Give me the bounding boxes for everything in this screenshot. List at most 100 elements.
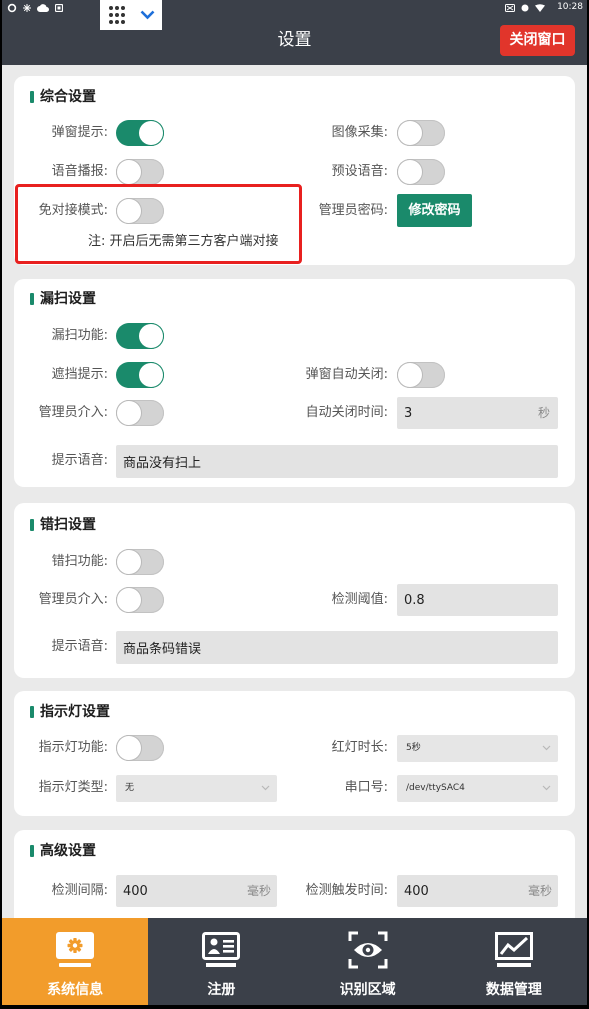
id-card-icon: [202, 932, 241, 967]
wrong-scan-label: 错扫功能:: [51, 554, 108, 569]
nav-label: 系统信息: [47, 982, 104, 998]
prompt-voice-field[interactable]: [116, 631, 558, 664]
no-docking-mode-toggle[interactable]: [116, 198, 164, 224]
auto-close-time-input[interactable]: [397, 397, 558, 429]
indicator-enabled-label: 指示灯功能:: [38, 740, 108, 755]
no-docking-mode-label: 免对接模式:: [38, 203, 108, 218]
floating-toolbar[interactable]: [100, 0, 162, 30]
settings-row: 提示语音:: [14, 631, 575, 664]
voice-broadcast-label: 语音播报:: [51, 164, 108, 179]
serial-port-select[interactable]: /dev/ttySAC4: [397, 775, 558, 802]
settings-row: 检测间隔: 毫秒 检测触发时间: 毫秒: [14, 875, 575, 907]
detect-interval-field[interactable]: 毫秒: [116, 875, 277, 907]
close-window-button[interactable]: 关闭窗口: [500, 25, 575, 56]
red-duration-value: 5秒: [406, 743, 421, 753]
settings-row: 语音播报: 预设语音:: [14, 156, 575, 188]
image-capture-toggle[interactable]: [397, 120, 445, 146]
red-duration-select[interactable]: 5秒: [397, 735, 558, 762]
status-icons-right: 10:28: [505, 1, 583, 14]
settings-row: 弹窗提示: 图像采集:: [14, 117, 575, 149]
settings-row: 指示灯功能: 红灯时长: 5秒: [14, 732, 575, 764]
grid-menu-icon[interactable]: [109, 5, 125, 25]
indicator-enabled-toggle[interactable]: [116, 735, 164, 761]
popup-hint-toggle[interactable]: [116, 120, 164, 146]
settings-row: 提示语音:: [14, 445, 575, 478]
brightness-icon: [23, 4, 31, 12]
prompt-voice-label: 提示语音:: [51, 453, 108, 468]
chevron-down-icon: [261, 785, 270, 791]
chevron-down-icon[interactable]: [140, 10, 155, 20]
cloud-icon: [37, 4, 49, 12]
ms-unit: 毫秒: [246, 884, 271, 898]
admin-password-label: 管理员密码:: [318, 203, 388, 218]
admin-intervene-toggle[interactable]: [116, 400, 164, 426]
sync-icon: [7, 3, 17, 13]
settings-scroll-area[interactable]: 综合设置 弹窗提示: 图像采集: 语音播报: 预设语音: 免对接模式: 管理员密…: [2, 65, 587, 918]
preset-voice-toggle[interactable]: [397, 159, 445, 185]
nav-label: 识别区域: [339, 982, 396, 998]
change-password-button[interactable]: 修改密码: [397, 194, 472, 227]
admin-intervene-toggle[interactable]: [116, 587, 164, 613]
auto-close-time-label: 自动关闭时间:: [305, 405, 388, 420]
popup-auto-close-toggle[interactable]: [397, 362, 445, 388]
popup-hint-label: 弹窗提示:: [51, 125, 108, 140]
seconds-unit: 秒: [537, 406, 550, 420]
section-title: 指示灯设置: [30, 702, 110, 722]
section-title: 综合设置: [30, 87, 96, 107]
status-bar: 10:28: [2, 0, 587, 16]
settings-row: 遮挡提示: 弹窗自动关闭:: [14, 359, 575, 391]
prompt-voice-input[interactable]: [116, 445, 558, 477]
wifi-icon: [535, 3, 546, 12]
missed-scan-toggle[interactable]: [116, 323, 164, 349]
section-title: 错扫设置: [30, 515, 96, 535]
nav-item-recognition-area[interactable]: 识别区域: [295, 918, 441, 1005]
threshold-field[interactable]: [397, 584, 558, 616]
light-type-value: 无: [125, 783, 135, 793]
admin-intervene-label: 管理员介入:: [38, 405, 108, 420]
preset-voice-label: 预设语音:: [331, 164, 388, 179]
record-icon: [521, 4, 529, 11]
voice-broadcast-toggle[interactable]: [116, 159, 164, 185]
missed-scan-card: 漏扫设置 漏扫功能: 遮挡提示: 弹窗自动关闭: 管理员介入: 自动关闭时间: …: [14, 279, 575, 487]
device-screen: 10:28 设置 关闭窗口 综合设置 弹窗提示: 图像采集: 语音播报: 预设语…: [0, 0, 589, 1009]
settings-app: 10:28 设置 关闭窗口 综合设置 弹窗提示: 图像采集: 语音播报: 预设语…: [2, 0, 587, 1005]
wrong-scan-card: 错扫设置 错扫功能: 管理员介入: 检测阈值: 提示语音:: [14, 503, 575, 678]
prompt-voice-field[interactable]: [116, 445, 558, 478]
serial-port-value: /dev/ttySAC4: [406, 783, 465, 793]
wrong-scan-toggle[interactable]: [116, 549, 164, 575]
monitor-gear-icon: [56, 932, 95, 967]
settings-row: 免对接模式: 管理员密码: 修改密码: [14, 194, 575, 227]
settings-row: 管理员介入: 检测阈值:: [14, 584, 575, 616]
line-chart-icon: [494, 932, 533, 967]
occlusion-hint-toggle[interactable]: [116, 362, 164, 388]
ms-unit: 毫秒: [527, 884, 552, 898]
advanced-settings-card: 高级设置 检测间隔: 毫秒 检测触发时间: 毫秒: [14, 830, 575, 918]
threshold-input[interactable]: [397, 584, 558, 616]
nav-item-system-info[interactable]: 系统信息: [2, 918, 149, 1005]
nav-item-data-management[interactable]: 数据管理: [441, 918, 587, 1005]
trigger-time-label: 检测触发时间:: [305, 883, 388, 898]
chevron-down-icon: [542, 745, 551, 751]
indicator-light-card: 指示灯设置 指示灯功能: 红灯时长: 5秒 指示灯类型: 无 串口号: /dev…: [14, 691, 575, 816]
popup-auto-close-label: 弹窗自动关闭:: [305, 367, 388, 382]
nav-item-register[interactable]: 注册: [148, 918, 294, 1005]
prompt-voice-label: 提示语音:: [51, 639, 108, 654]
settings-row: 指示灯类型: 无 串口号: /dev/ttySAC4: [14, 772, 575, 804]
section-title: 高级设置: [30, 841, 96, 861]
general-settings-card: 综合设置 弹窗提示: 图像采集: 语音播报: 预设语音: 免对接模式: 管理员密…: [14, 76, 575, 265]
eye-scan-icon: [348, 931, 388, 969]
red-duration-label: 红灯时长:: [331, 740, 388, 755]
light-type-select[interactable]: 无: [116, 775, 277, 802]
settings-row: 漏扫功能:: [14, 320, 575, 352]
auto-close-time-field[interactable]: 秒: [397, 397, 558, 429]
threshold-label: 检测阈值:: [331, 592, 388, 607]
cast-icon: [505, 3, 516, 12]
prompt-voice-input[interactable]: [116, 631, 558, 663]
nav-label: 注册: [207, 982, 236, 998]
notification-icon: [55, 4, 63, 12]
header-bar: 10:28 设置 关闭窗口: [2, 0, 587, 65]
settings-row: 管理员介入: 自动关闭时间: 秒: [14, 397, 575, 429]
missed-scan-label: 漏扫功能:: [51, 328, 108, 343]
trigger-time-field[interactable]: 毫秒: [397, 875, 558, 907]
chevron-down-icon: [542, 785, 551, 791]
